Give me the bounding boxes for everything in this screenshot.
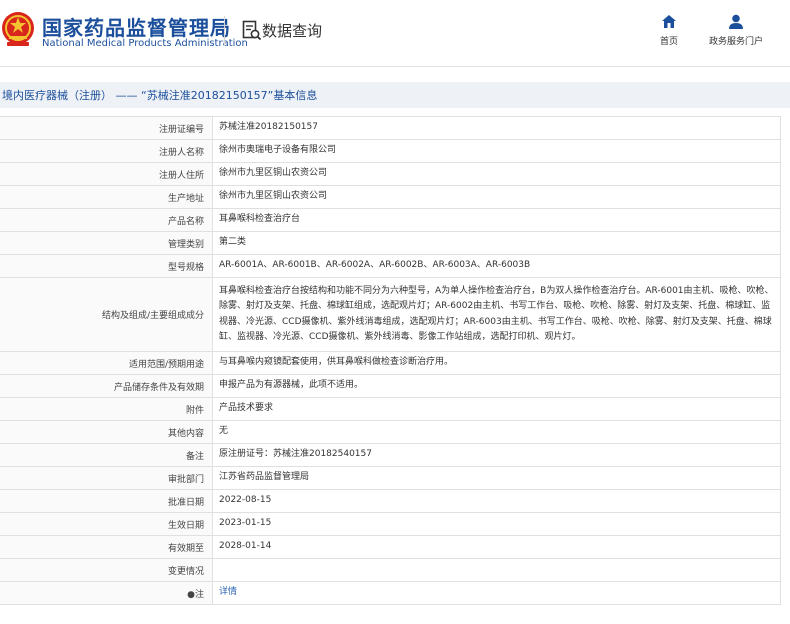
- table-row: ●注 详情: [0, 581, 781, 605]
- field-value: 耳鼻喉科检查治疗台按结构和功能不同分为六种型号，A为单人操作检查治疗台，B为双人…: [212, 277, 781, 352]
- site-header: 国家药品监督管理局 National Medical Products Admi…: [0, 0, 790, 66]
- breadcrumb-separator: ——: [115, 89, 138, 102]
- breadcrumb-title: 境内医疗器械（注册） —— “苏械注准20182150157”基本信息: [2, 87, 317, 103]
- field-label: 其他内容: [0, 420, 213, 444]
- table-row: 注册证编号 苏械注准20182150157: [0, 116, 781, 140]
- field-label: ●注: [0, 581, 213, 605]
- table-row: 有效期至 2028-01-14: [0, 535, 781, 559]
- table-row: 产品名称 耳鼻喉科检查治疗台: [0, 208, 781, 232]
- field-label: 注册证编号: [0, 116, 213, 140]
- field-value: 徐州市奥瑞电子设备有限公司: [212, 139, 781, 163]
- table-row: 注册人名称 徐州市奥瑞电子设备有限公司: [0, 139, 781, 163]
- table-row: 其他内容无: [0, 420, 781, 444]
- field-value: 2023-01-15: [212, 512, 781, 536]
- field-value: 与耳鼻喉内窥镜配套使用，供耳鼻喉科做检查诊断治疗用。: [212, 351, 781, 375]
- table-row: 生效日期 2023-01-15: [0, 512, 781, 536]
- table-row: 附件 产品技术要求: [0, 397, 781, 421]
- table-row: 变更情况: [0, 558, 781, 582]
- header-divider: [224, 16, 225, 46]
- field-value: 徐州市九里区铜山农资公司: [212, 162, 781, 186]
- table-row: 型号规格 AR-6001A、AR-6001B、AR-6002A、AR-6002B、…: [0, 254, 781, 278]
- nav-home[interactable]: 首页: [654, 14, 684, 47]
- field-label: 生产地址: [0, 185, 213, 209]
- field-value: 2028-01-14: [212, 535, 781, 559]
- field-label: 批准日期: [0, 489, 213, 513]
- pin-icon: ●: [187, 589, 195, 600]
- table-row: 审批部门 江苏省药品监督管理局: [0, 466, 781, 490]
- nav-service-portal[interactable]: 政务服务门户: [704, 14, 768, 47]
- emblem-logo: [2, 12, 34, 46]
- field-value: 无: [212, 420, 781, 444]
- field-label: 有效期至: [0, 535, 213, 559]
- field-value: 耳鼻喉科检查治疗台: [212, 208, 781, 232]
- field-value: 详情: [212, 581, 781, 605]
- breadcrumb: 境内医疗器械（注册） —— “苏械注准20182150157”基本信息: [0, 82, 790, 108]
- field-value: 徐州市九里区铜山农资公司: [212, 185, 781, 209]
- user-icon: [729, 14, 743, 29]
- field-value: 原注册证号：苏械注准20182540157: [212, 443, 781, 467]
- table-row: 管理类别 第二类: [0, 231, 781, 255]
- field-value: 第二类: [212, 231, 781, 255]
- field-value: [212, 558, 781, 582]
- field-value: 2022-08-15: [212, 489, 781, 513]
- field-label: 注册人名称: [0, 139, 213, 163]
- table-row: 生产地址 徐州市九里区铜山农资公司: [0, 185, 781, 209]
- table-row: 备注 原注册证号：苏械注准20182540157: [0, 443, 781, 467]
- home-icon: [662, 15, 676, 28]
- field-label: 备注: [0, 443, 213, 467]
- header-rule: [0, 66, 790, 67]
- field-label: 型号规格: [0, 254, 213, 278]
- nav-service-label: 政务服务门户: [708, 37, 763, 47]
- field-value: 产品技术要求: [212, 397, 781, 421]
- field-label: 适用范围/预期用途: [0, 351, 213, 375]
- search-document-icon: [242, 20, 262, 41]
- data-query-label[interactable]: 数据查询: [262, 20, 322, 41]
- table-row: 结构及组成/主要组成成分 耳鼻喉科检查治疗台按结构和功能不同分为六种型号，A为单人…: [0, 277, 781, 352]
- field-label: 产品储存条件及有效期: [0, 374, 213, 398]
- nav-home-label: 首页: [659, 37, 678, 47]
- table-row: 产品储存条件及有效期 申报产品为有源器械，此项不适用。: [0, 374, 781, 398]
- field-label: 管理类别: [0, 231, 213, 255]
- table-row: 适用范围/预期用途 与耳鼻喉内窥镜配套使用，供耳鼻喉科做检查诊断治疗用。: [0, 351, 781, 375]
- site-subtitle: National Medical Products Administration: [42, 38, 248, 49]
- field-value: 江苏省药品监督管理局: [212, 466, 781, 490]
- field-label: 生效日期: [0, 512, 213, 536]
- table-row: 批准日期 2022-08-15: [0, 489, 781, 513]
- record-detail-table: 注册证编号 苏械注准20182150157 注册人名称 徐州市奥瑞电子设备有限公司 …: [0, 116, 781, 605]
- details-link[interactable]: 详情: [219, 587, 237, 597]
- breadcrumb-section[interactable]: 境内医疗器械（注册）: [2, 89, 112, 102]
- field-value: 苏械注准20182150157: [212, 116, 781, 140]
- field-label: 变更情况: [0, 558, 213, 582]
- breadcrumb-record-title: “苏械注准20182150157”基本信息: [141, 89, 318, 102]
- field-value: AR-6001A、AR-6001B、AR-6002A、AR-6002B、AR-6…: [212, 254, 781, 278]
- site-title: 国家药品监督管理局: [42, 16, 231, 40]
- field-label: 附件: [0, 397, 213, 421]
- field-value: 申报产品为有源器械，此项不适用。: [212, 374, 781, 398]
- field-label: 审批部门: [0, 466, 213, 490]
- field-label: 结构及组成/主要组成成分: [0, 277, 213, 352]
- field-label: 产品名称: [0, 208, 213, 232]
- note-label: 注: [194, 589, 204, 600]
- field-label: 注册人住所: [0, 162, 213, 186]
- table-row: 注册人住所 徐州市九里区铜山农资公司: [0, 162, 781, 186]
